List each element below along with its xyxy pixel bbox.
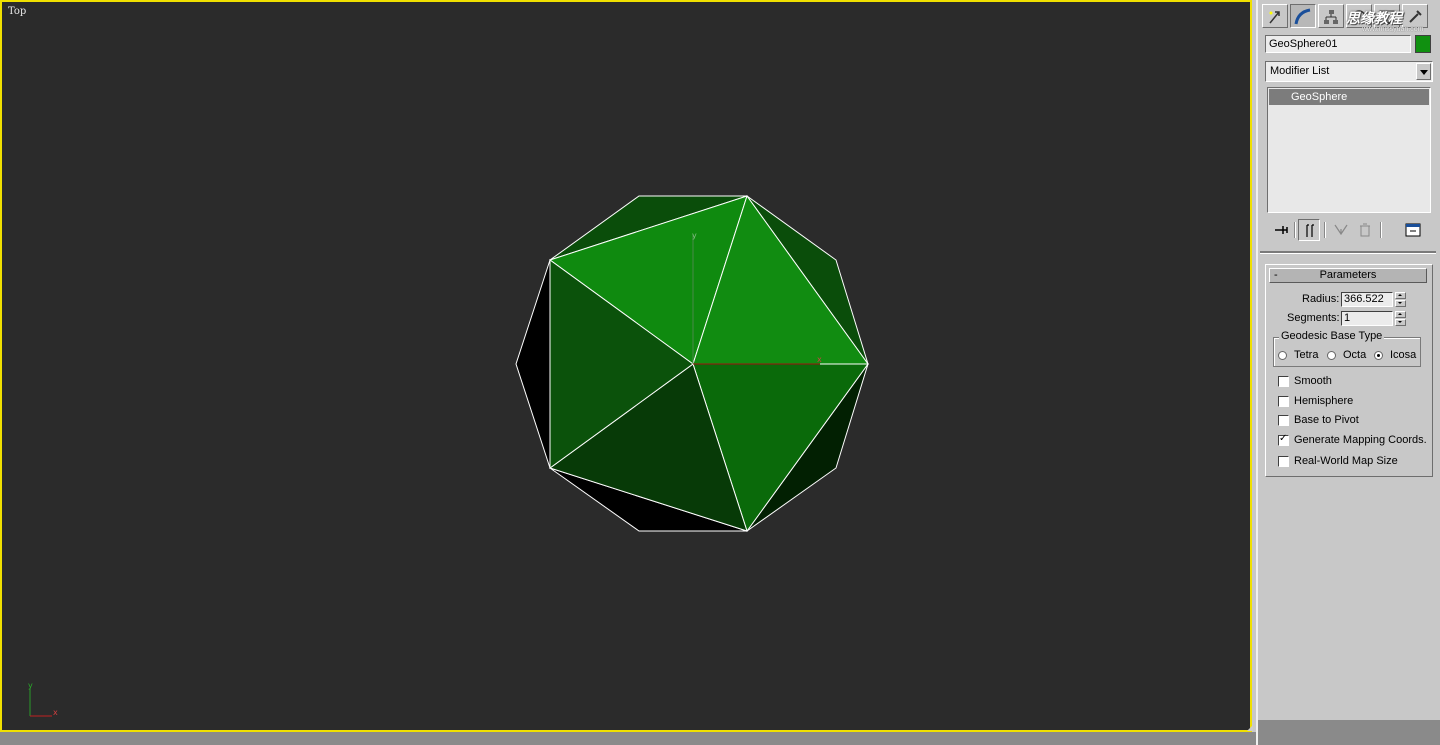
utilities-icon bbox=[1409, 10, 1422, 23]
gizmo-y-label: y bbox=[692, 231, 697, 240]
tripod-y-label: y bbox=[28, 681, 33, 690]
axis-tripod-icon: y x bbox=[28, 681, 58, 717]
watermark-logo: 思缘教程 bbox=[1346, 10, 1402, 26]
pin-stack-icon bbox=[1275, 226, 1288, 234]
base-to-pivot-label: Base to Pivot bbox=[1294, 414, 1359, 426]
chevron-down-icon[interactable] bbox=[1416, 63, 1431, 80]
create-icon bbox=[1269, 11, 1280, 24]
show-end-result-icon bbox=[1306, 224, 1314, 237]
octa-label: Octa bbox=[1343, 349, 1367, 361]
segments-spinner[interactable] bbox=[1395, 311, 1406, 326]
geodesic-base-type-group: Geodesic Base Type Tetra Octa Icosa bbox=[1273, 330, 1421, 367]
radio-icosa[interactable] bbox=[1374, 351, 1383, 360]
make-unique-button[interactable] bbox=[1330, 219, 1352, 241]
smooth-checkbox[interactable] bbox=[1278, 376, 1289, 387]
configure-modifier-sets-button[interactable] bbox=[1402, 219, 1424, 241]
real-world-map-size-label: Real-World Map Size bbox=[1294, 455, 1398, 467]
icosa-label: Icosa bbox=[1390, 349, 1417, 361]
parameters-rollout-header[interactable]: - Parameters bbox=[1269, 268, 1427, 283]
create-tab[interactable] bbox=[1262, 4, 1288, 28]
viewport-bottom-bar bbox=[0, 732, 1256, 745]
make-unique-icon bbox=[1334, 224, 1348, 236]
remove-modifier-button[interactable] bbox=[1354, 219, 1376, 241]
segments-field[interactable]: 1 bbox=[1341, 311, 1393, 326]
modify-tab[interactable] bbox=[1290, 4, 1316, 28]
top-viewport[interactable]: Top y x y x bbox=[0, 0, 1252, 732]
stack-toolbar bbox=[1268, 219, 1432, 241]
utilities-tab[interactable] bbox=[1402, 4, 1428, 28]
viewport-corner-icon: ◢ bbox=[1247, 723, 1254, 732]
modifier-list-dropdown[interactable]: Modifier List bbox=[1265, 61, 1433, 82]
parameters-rollout: - Parameters Radius: 366.522 Segments: 1… bbox=[1265, 264, 1433, 477]
segments-label: Segments: bbox=[1287, 312, 1340, 324]
stack-item-geosphere[interactable]: GeoSphere bbox=[1269, 89, 1429, 105]
radio-tetra[interactable] bbox=[1278, 351, 1287, 360]
geosphere-face bbox=[515, 259, 551, 469]
modifier-stack[interactable]: GeoSphere bbox=[1267, 87, 1431, 213]
radio-octa[interactable] bbox=[1327, 351, 1336, 360]
radius-label: Radius: bbox=[1302, 293, 1340, 305]
object-name-field[interactable]: GeoSphere01 bbox=[1265, 35, 1411, 53]
command-panel: 思缘教程 www.missyuan.com GeoSphere01 Modifi… bbox=[1256, 0, 1440, 745]
remove-modifier-icon bbox=[1360, 223, 1370, 237]
smooth-label: Smooth bbox=[1294, 375, 1332, 387]
hierarchy-tab[interactable] bbox=[1318, 4, 1344, 28]
panel-scroll-area[interactable] bbox=[1258, 720, 1440, 745]
panel-divider bbox=[1260, 251, 1436, 254]
configure-sets-icon bbox=[1405, 223, 1421, 237]
hemisphere-label: Hemisphere bbox=[1294, 395, 1354, 407]
collapse-icon[interactable]: - bbox=[1274, 269, 1278, 282]
base-to-pivot-checkbox[interactable] bbox=[1278, 415, 1289, 426]
radius-spinner[interactable] bbox=[1395, 292, 1406, 307]
modifier-list-label: Modifier List bbox=[1270, 65, 1330, 77]
pin-stack-button[interactable] bbox=[1270, 219, 1292, 241]
geosphere-object[interactable]: y x bbox=[2, 2, 1252, 732]
generate-mapping-coords-checkbox[interactable] bbox=[1278, 433, 1289, 446]
spinner-down-icon[interactable] bbox=[1395, 319, 1406, 326]
parameters-title: Parameters bbox=[1319, 269, 1377, 281]
tripod-x-label: x bbox=[53, 708, 58, 717]
radius-field[interactable]: 366.522 bbox=[1341, 292, 1393, 307]
command-panel-tabs: 思缘教程 www.missyuan.com bbox=[1262, 4, 1438, 33]
tetra-label: Tetra bbox=[1294, 349, 1319, 361]
watermark-url: www.missyuan.com bbox=[1362, 26, 1424, 33]
spinner-down-icon[interactable] bbox=[1395, 300, 1406, 307]
hierarchy-icon bbox=[1324, 10, 1338, 24]
hemisphere-checkbox[interactable] bbox=[1278, 396, 1289, 407]
show-end-result-button[interactable] bbox=[1298, 219, 1320, 241]
real-world-map-size-checkbox[interactable] bbox=[1278, 456, 1289, 467]
generate-mapping-coords-label: Generate Mapping Coords. bbox=[1294, 434, 1427, 446]
spinner-up-icon[interactable] bbox=[1395, 311, 1406, 318]
geodesic-base-type-label: Geodesic Base Type bbox=[1279, 330, 1385, 342]
spinner-up-icon[interactable] bbox=[1395, 292, 1406, 299]
gizmo-x-label: x bbox=[817, 355, 822, 364]
object-color-swatch[interactable] bbox=[1415, 35, 1431, 53]
modify-icon bbox=[1294, 8, 1311, 25]
